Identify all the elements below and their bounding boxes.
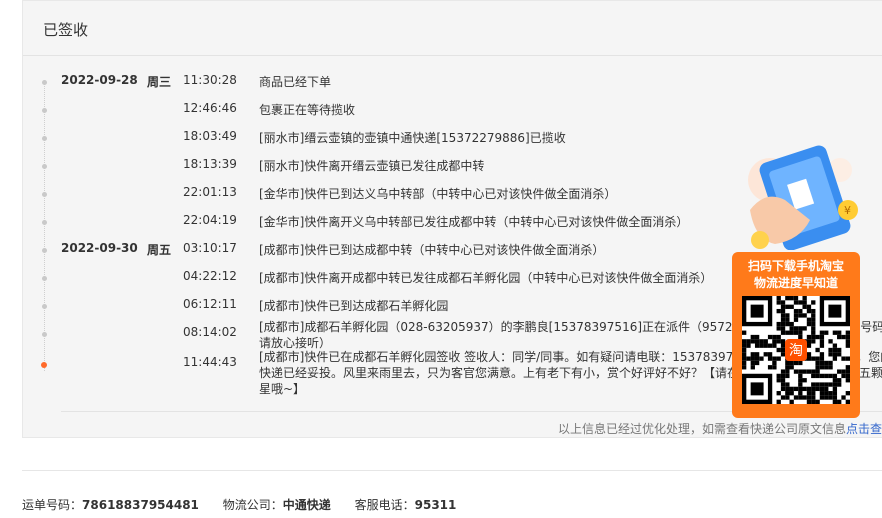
svg-text:¥: ¥: [844, 204, 851, 217]
logistics-company: 中通快递: [282, 498, 331, 512]
entry-time: 11:44:43: [183, 355, 237, 369]
entry-description: 商品已经下单: [259, 75, 332, 89]
entry-time: 03:10:17: [183, 241, 237, 255]
footer-divider: [22, 470, 882, 471]
entry-time: 04:22:12: [183, 269, 237, 283]
view-original-link[interactable]: 点击查看: [846, 422, 882, 436]
qr-code[interactable]: 淘: [742, 296, 850, 404]
service-phone: 95311: [414, 498, 457, 512]
entry-description: 包裹正在等待揽收: [259, 103, 356, 117]
entry-time: 12:46:46: [183, 101, 237, 115]
timeline-entry: 2022-09-28 周三 11:30:28 商品已经下单: [23, 69, 882, 97]
company-label: 物流公司：: [222, 498, 283, 512]
timeline-dot: [42, 220, 47, 225]
entry-time: 11:30:28: [183, 73, 237, 87]
entry-weekday: 周三: [147, 75, 172, 89]
qr-taobao-badge: 淘: [789, 343, 803, 359]
entry-description: [丽水市]缙云壶镇的壶镇中通快递[15372279886]已揽收: [259, 131, 566, 145]
entry-time: 22:01:13: [183, 185, 237, 199]
timeline-dot: [42, 80, 47, 85]
entry-date: 2022-09-30: [61, 241, 138, 255]
entry-weekday: 周五: [147, 243, 172, 257]
entry-description: [丽水市]快件离开缙云壶镇已发往成都中转: [259, 159, 485, 173]
timeline-dot: [42, 248, 47, 253]
entry-description: [成都市]快件离开成都中转已发往成都石羊孵化园（中转中心已对该快件做全面消杀）: [259, 271, 713, 285]
timeline-dot: [42, 304, 47, 309]
waybill-label: 运单号码：: [22, 498, 83, 512]
timeline-dot: [42, 136, 47, 141]
timeline-dot: [42, 108, 47, 113]
timeline-dot: [42, 164, 47, 169]
optimized-info-note: 以上信息已经过优化处理，如需查看快递公司原文信息点击查看: [558, 420, 882, 437]
note-text: 以上信息已经过优化处理，如需查看快递公司原文信息: [558, 422, 847, 436]
promo-text: 扫码下载手机淘宝 物流进度早知道: [732, 258, 860, 292]
entry-time: 18:03:49: [183, 129, 237, 143]
entry-time: 08:14:02: [183, 325, 237, 339]
phone-hand-illustration: ¥: [748, 145, 858, 250]
taobao-app-promo[interactable]: ¥ 扫码下载手机淘宝 物流进度早知道 淘: [720, 140, 882, 422]
timeline-dot: [42, 276, 47, 281]
entry-description: [金华市]快件已到达义乌中转部（中转中心已对该快件做全面消杀）: [259, 187, 617, 201]
timeline-dot: [42, 332, 47, 337]
entry-description: [成都市]快件已到达成都中转（中转中心已对该快件做全面消杀）: [259, 243, 605, 257]
entry-description: [金华市]快件离开义乌中转部已发往成都中转（中转中心已对该快件做全面消杀）: [259, 215, 689, 229]
entry-time: 06:12:11: [183, 297, 237, 311]
panel-title: 已签收: [43, 21, 89, 39]
waybill-number: 78618837954481: [82, 498, 199, 512]
entry-description: [成都市]快件已到达成都石羊孵化园: [259, 299, 449, 313]
panel-divider: [23, 55, 882, 56]
promo-line-1: 扫码下载手机淘宝: [747, 259, 844, 273]
timeline-entry: 12:46:46 包裹正在等待揽收: [23, 97, 882, 125]
entry-time: 22:04:19: [183, 213, 237, 227]
shipment-footer: 运单号码：78618837954481 物流公司：中通快递 客服电话：95311: [22, 496, 456, 513]
entry-time: 18:13:39: [183, 157, 237, 171]
timeline-dot: [42, 192, 47, 197]
promo-box: 扫码下载手机淘宝 物流进度早知道 淘: [732, 252, 860, 418]
entry-date: 2022-09-28: [61, 73, 138, 87]
current-status-dot: [41, 362, 47, 368]
promo-line-2: 物流进度早知道: [753, 276, 838, 290]
phone-label: 客服电话：: [354, 498, 415, 512]
